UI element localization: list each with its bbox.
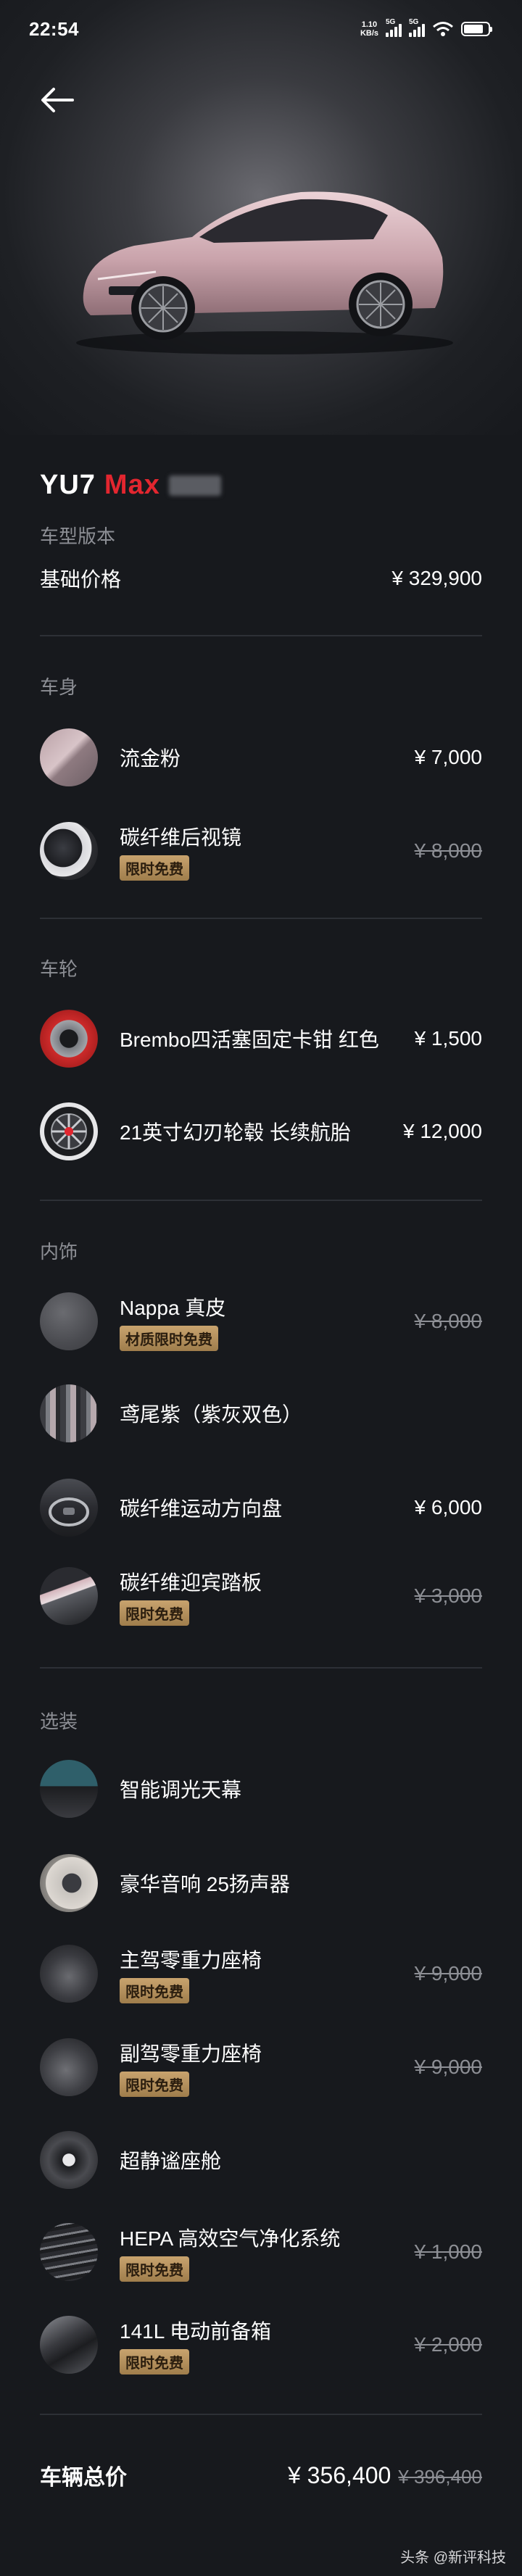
car-image — [76, 191, 453, 354]
battery-icon — [461, 22, 492, 36]
free-badge: 限时免费 — [120, 2256, 189, 2282]
option-name: 副驾零重力座椅 — [120, 2042, 262, 2065]
section-title-interior: 内饰 — [40, 1241, 78, 1263]
free-badge: 材质限时免费 — [120, 1325, 218, 1351]
option-name: HEPA 高效空气净化系统 — [120, 2227, 341, 2250]
free-badge: 限时免费 — [120, 1977, 189, 2003]
free-badge: 限时免费 — [120, 855, 189, 881]
network-speed: 1.10 KB/s — [360, 20, 378, 38]
passenger-seat-icon — [40, 2038, 98, 2096]
option-frunk[interactable]: 141L 电动前备箱 限时免费 ¥ 2,000 — [40, 2309, 482, 2381]
divider — [40, 635, 482, 636]
option-hepa[interactable]: HEPA 高效空气净化系统 限时免费 ¥ 1,000 — [40, 2216, 482, 2288]
signal-icon: 5G — [386, 18, 402, 37]
option-audio[interactable]: 豪华音响 25扬声器 — [40, 1847, 482, 1919]
option-price: ¥ 6,000 — [414, 1496, 482, 1518]
total-original-price: ¥ 396,400 — [398, 2465, 482, 2488]
speaker-icon — [40, 1854, 98, 1912]
section-title-body: 车身 — [40, 676, 78, 698]
divider — [40, 1200, 482, 1201]
option-price: ¥ 8,000 — [414, 1310, 482, 1332]
option-name: 豪华音响 25扬声器 — [120, 1873, 290, 1895]
status-time: 22:54 — [29, 17, 79, 40]
option-interior-color[interactable]: 鸢尾紫（紫灰双色） — [40, 1377, 482, 1450]
model-title: YU7 Max — [40, 470, 221, 501]
signal-icon: 5G — [409, 18, 425, 37]
status-bar: 22:54 1.10 KB/s 5G 5G — [0, 0, 522, 58]
mirror-icon — [40, 822, 98, 880]
option-name: 碳纤维后视镜 — [120, 826, 242, 849]
option-name: 智能调光天幕 — [120, 1779, 242, 1801]
model-name: YU7 — [40, 470, 96, 500]
option-wheel[interactable]: 21英寸幻刃轮毂 长续航胎 ¥ 12,000 — [40, 1095, 482, 1168]
air-filter-icon — [40, 2223, 98, 2281]
option-name: 21英寸幻刃轮毂 长续航胎 — [120, 1121, 351, 1144]
option-name: Nappa 真皮 — [120, 1296, 226, 1319]
frunk-icon — [40, 2316, 98, 2374]
version-label: 车型版本 — [40, 525, 116, 547]
option-steering-wheel[interactable]: 碳纤维运动方向盘 ¥ 6,000 — [40, 1471, 482, 1544]
option-name: 碳纤维运动方向盘 — [120, 1497, 283, 1520]
free-badge: 限时免费 — [120, 2348, 189, 2375]
driver-seat-icon — [40, 1945, 98, 2003]
sunroof-icon — [40, 1760, 98, 1818]
option-price: ¥ 2,000 — [414, 2333, 482, 2356]
option-name: 超静谧座舱 — [120, 2150, 222, 2172]
option-nappa[interactable]: Nappa 真皮 材质限时免费 ¥ 8,000 — [40, 1285, 482, 1358]
option-price: ¥ 8,000 — [414, 839, 482, 862]
quiet-cabin-icon — [40, 2131, 98, 2189]
interior-color-icon — [40, 1384, 98, 1442]
option-name: 主驾零重力座椅 — [120, 1948, 262, 1972]
option-name: 碳纤维迎宾踏板 — [120, 1571, 262, 1594]
option-mirror[interactable]: 碳纤维后视镜 限时免费 ¥ 8,000 — [40, 815, 482, 887]
status-icons: 1.10 KB/s 5G 5G — [360, 18, 492, 38]
total-label: 车辆总价 — [40, 2466, 127, 2490]
base-price-value: ¥ 329,900 — [392, 567, 482, 589]
total-price: ¥ 356,400 — [287, 2461, 392, 2488]
base-price-row: 基础价格 ¥ 329,900 — [40, 564, 482, 593]
option-price: ¥ 9,000 — [414, 2056, 482, 2078]
option-price: ¥ 1,000 — [414, 2240, 482, 2263]
option-name: 141L 电动前备箱 — [120, 2319, 272, 2343]
leather-icon — [40, 1292, 98, 1350]
option-sunroof[interactable]: 智能调光天幕 — [40, 1753, 482, 1825]
free-badge: 限时免费 — [120, 2071, 189, 2097]
divider — [40, 2414, 482, 2415]
option-price: ¥ 7,000 — [414, 746, 482, 768]
sill-plate-icon — [40, 1567, 98, 1625]
option-quiet-cabin[interactable]: 超静谧座舱 — [40, 2124, 482, 2196]
watermark: 头条 @新评科技 — [400, 2550, 506, 2566]
option-price: ¥ 3,000 — [414, 1584, 482, 1607]
divider — [40, 1667, 482, 1669]
option-brembo[interactable]: Brembo四活塞固定卡钳 红色 ¥ 1,500 — [40, 1002, 482, 1075]
wheel-icon — [40, 1102, 98, 1160]
free-badge: 限时免费 — [120, 1600, 189, 1626]
back-arrow-icon[interactable] — [36, 81, 80, 119]
option-name: 鸢尾紫（紫灰双色） — [120, 1403, 303, 1426]
divider — [40, 918, 482, 919]
option-driver-seat[interactable]: 主驾零重力座椅 限时免费 ¥ 9,000 — [40, 1937, 482, 2010]
option-name: Brembo四活塞固定卡钳 红色 — [120, 1029, 379, 1051]
model-trim: Max — [104, 470, 160, 500]
option-paint[interactable]: 流金粉 ¥ 7,000 — [40, 721, 482, 794]
blurred-label — [168, 475, 221, 496]
option-sill-plate[interactable]: 碳纤维迎宾踏板 限时免费 ¥ 3,000 — [40, 1560, 482, 1632]
hero-image — [0, 0, 522, 435]
option-price: ¥ 12,000 — [403, 1120, 482, 1142]
option-name: 流金粉 — [120, 747, 181, 770]
wifi-icon — [433, 22, 453, 36]
base-price-label: 基础价格 — [40, 568, 122, 591]
section-title-options: 选装 — [40, 1711, 78, 1732]
paint-swatch-icon — [40, 728, 98, 786]
option-price: ¥ 1,500 — [414, 1027, 482, 1050]
option-passenger-seat[interactable]: 副驾零重力座椅 限时免费 ¥ 9,000 — [40, 2031, 482, 2103]
section-title-wheels: 车轮 — [40, 958, 78, 980]
brake-caliper-icon — [40, 1010, 98, 1068]
option-price: ¥ 9,000 — [414, 1962, 482, 1985]
total-row: 车辆总价 ¥ 356,400 ¥ 396,400 — [40, 2454, 482, 2497]
steering-wheel-icon — [40, 1479, 98, 1537]
